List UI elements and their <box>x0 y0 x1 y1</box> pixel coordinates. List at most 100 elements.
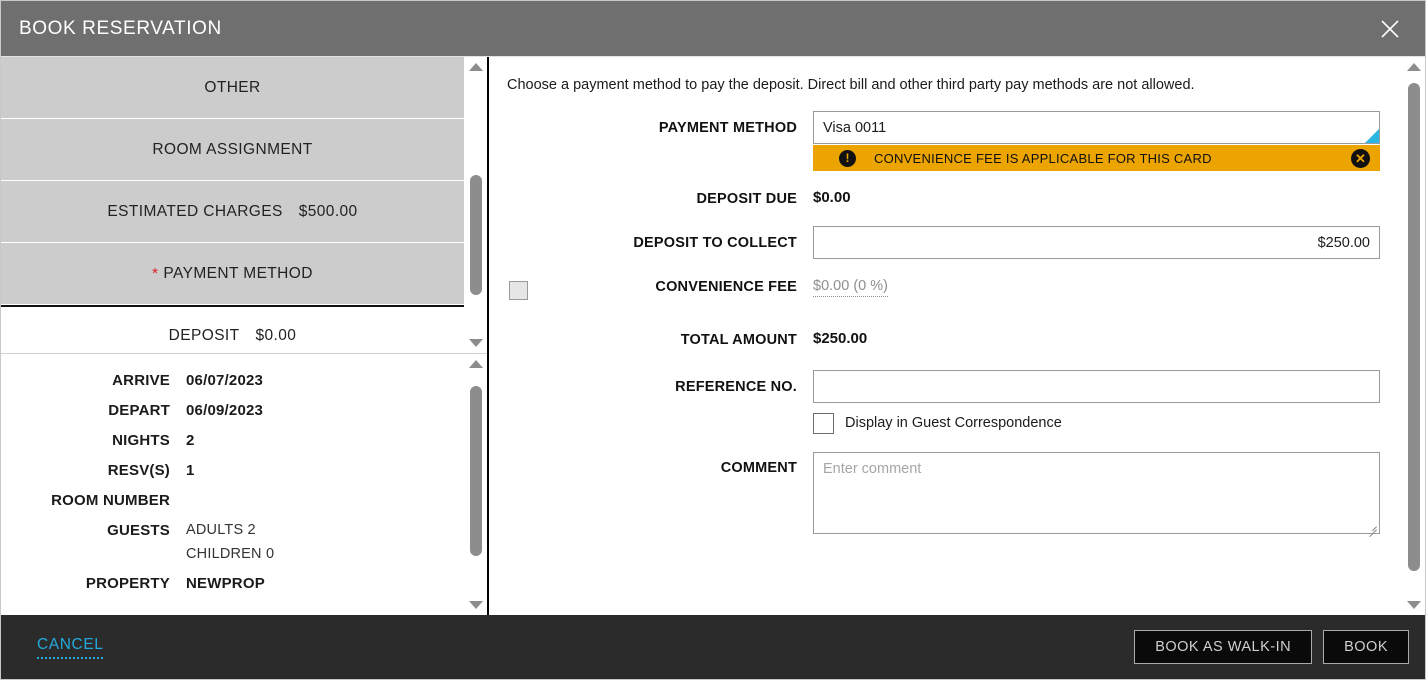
field-prefix-slot <box>507 452 529 456</box>
accordion-list: OTHER ROOM ASSIGNMENT ESTIMATED CHARGES … <box>1 57 464 353</box>
page-title: BOOK RESERVATION <box>19 17 222 39</box>
detail-label: NIGHTS <box>112 432 170 449</box>
scroll-up-arrow-icon[interactable] <box>465 354 487 374</box>
right-panel: Choose a payment method to pay the depos… <box>489 57 1425 615</box>
payment-form: Choose a payment method to pay the depos… <box>489 57 1402 615</box>
scrollbar-thumb[interactable] <box>470 386 482 556</box>
cancel-button[interactable]: CANCEL <box>37 636 104 659</box>
reservation-details-scrollbar[interactable] <box>464 354 487 615</box>
field-prefix-slot <box>507 413 529 417</box>
scroll-up-arrow-icon[interactable] <box>465 57 487 77</box>
accordion-item-label: ESTIMATED CHARGES <box>107 202 283 220</box>
detail-value-children: CHILDREN 0 <box>186 546 275 562</box>
field-deposit-due: DEPOSIT DUE $0.00 <box>507 189 1380 208</box>
deposit-due-label: DEPOSIT DUE <box>696 191 797 207</box>
accordion-item-deposit[interactable]: DEPOSIT $0.00 <box>1 305 464 353</box>
accordion-scrollbar[interactable] <box>464 57 487 353</box>
accordion-item-room-assignment[interactable]: ROOM ASSIGNMENT <box>1 119 464 180</box>
convenience-fee-warning-banner: ! CONVENIENCE FEE IS APPLICABLE FOR THIS… <box>813 145 1380 171</box>
accordion-item-label: DEPOSIT <box>168 326 240 344</box>
total-amount-value: $250.00 <box>813 330 868 348</box>
field-prefix-slot <box>507 189 529 193</box>
scroll-down-arrow-icon[interactable] <box>465 595 487 615</box>
scrollbar-track[interactable] <box>1403 77 1425 595</box>
payment-method-input[interactable] <box>813 111 1380 144</box>
detail-row-resvs: RESV(S) 1 <box>1 462 464 479</box>
detail-value: 06/07/2023 <box>186 372 264 389</box>
deposit-to-collect-input[interactable] <box>813 226 1380 260</box>
field-comment: COMMENT <box>507 451 1380 537</box>
accordion-item-label: PAYMENT METHOD <box>163 264 313 282</box>
deposit-to-collect-control <box>813 226 1380 260</box>
field-payment-method: PAYMENT METHOD ! CONVENIENCE FEE IS APPL… <box>507 111 1380 171</box>
detail-value: ADULTS 2 CHILDREN 0 <box>186 522 274 562</box>
detail-label: RESV(S) <box>107 462 170 479</box>
scrollbar-track[interactable] <box>465 374 487 595</box>
field-prefix-slot <box>507 277 529 301</box>
convenience-fee-control: $0.00 (0 %) <box>813 277 1380 297</box>
deposit-due-control: $0.00 <box>813 189 1380 207</box>
detail-value: 1 <box>186 462 195 479</box>
dialog-footer: CANCEL BOOK AS WALK-IN BOOK <box>1 615 1425 679</box>
scroll-down-arrow-icon[interactable] <box>1403 595 1425 615</box>
detail-row-arrive: ARRIVE 06/07/2023 <box>1 372 464 389</box>
detail-label: ROOM NUMBER <box>51 492 170 509</box>
convenience-fee-value[interactable]: $0.00 (0 %) <box>813 277 888 297</box>
display-correspondence-row[interactable]: Display in Guest Correspondence <box>813 412 1380 434</box>
deposit-due-value: $0.00 <box>813 189 851 206</box>
total-amount-control: $250.00 <box>813 330 1380 348</box>
detail-label: PROPERTY <box>85 575 170 592</box>
left-panel: OTHER ROOM ASSIGNMENT ESTIMATED CHARGES … <box>1 57 489 615</box>
display-correspondence-label: Display in Guest Correspondence <box>845 415 1062 432</box>
field-prefix-slot <box>507 370 529 374</box>
main-form-scrollbar[interactable] <box>1402 57 1425 615</box>
detail-row-guests: GUESTS ADULTS 2 CHILDREN 0 <box>1 522 464 562</box>
detail-value-adults: ADULTS 2 <box>186 522 256 538</box>
detail-row-property: PROPERTY NEWPROP <box>1 575 464 592</box>
accordion-item-amount: $0.00 <box>255 326 297 344</box>
detail-label: ARRIVE <box>112 372 170 389</box>
scrollbar-thumb[interactable] <box>470 175 482 295</box>
comment-control <box>813 451 1380 537</box>
reference-no-control <box>813 369 1380 403</box>
scrollbar-track[interactable] <box>465 77 487 333</box>
field-prefix-slot <box>507 111 529 115</box>
display-correspondence-control: Display in Guest Correspondence <box>813 412 1380 434</box>
convenience-fee-label: CONVENIENCE FEE <box>655 279 797 296</box>
accordion-item-estimated-charges[interactable]: ESTIMATED CHARGES $500.00 <box>1 181 464 242</box>
payment-method-label: PAYMENT METHOD <box>658 120 797 136</box>
scrollbar-thumb[interactable] <box>1408 83 1420 571</box>
field-reference-no: REFERENCE NO. <box>507 369 1380 403</box>
convenience-fee-checkbox[interactable] <box>508 281 528 301</box>
book-button[interactable]: BOOK <box>1323 630 1409 664</box>
book-as-walk-in-button[interactable]: BOOK AS WALK-IN <box>1134 630 1313 664</box>
field-display-guest-correspondence: Display in Guest Correspondence <box>507 412 1380 434</box>
accordion-item-payment-method[interactable]: * PAYMENT METHOD <box>1 243 464 304</box>
dialog-body: OTHER ROOM ASSIGNMENT ESTIMATED CHARGES … <box>1 57 1425 615</box>
payment-method-control: ! CONVENIENCE FEE IS APPLICABLE FOR THIS… <box>813 111 1380 171</box>
scroll-up-arrow-icon[interactable] <box>1403 57 1425 77</box>
payment-method-select-wrap <box>813 111 1380 144</box>
accordion-item-other[interactable]: OTHER <box>1 57 464 118</box>
comment-textarea[interactable] <box>813 451 1380 534</box>
detail-value: NEWPROP <box>186 575 265 592</box>
display-correspondence-checkbox[interactable] <box>813 412 834 434</box>
close-icon[interactable] <box>1371 10 1409 48</box>
book-reservation-dialog: BOOK RESERVATION OTHER ROOM ASSIGNMENT E… <box>0 0 1426 680</box>
reference-no-input[interactable] <box>813 369 1380 403</box>
reference-no-label: REFERENCE NO. <box>675 378 797 395</box>
footer-actions: BOOK AS WALK-IN BOOK <box>1134 630 1409 664</box>
deposit-to-collect-label: DEPOSIT TO COLLECT <box>633 235 797 252</box>
field-convenience-fee: CONVENIENCE FEE $0.00 (0 %) <box>507 277 1380 301</box>
dialog-titlebar: BOOK RESERVATION <box>1 1 1425 57</box>
field-deposit-to-collect: DEPOSIT TO COLLECT <box>507 226 1380 260</box>
close-circle-icon[interactable]: ✕ <box>1351 148 1370 168</box>
detail-value: 2 <box>186 432 195 449</box>
detail-row-depart: DEPART 06/09/2023 <box>1 402 464 419</box>
comment-textarea-wrap <box>813 451 1380 537</box>
warning-text: CONVENIENCE FEE IS APPLICABLE FOR THIS C… <box>874 150 1212 166</box>
detail-value: 06/09/2023 <box>186 402 264 419</box>
field-prefix-slot <box>507 226 529 230</box>
scroll-down-arrow-icon[interactable] <box>465 333 487 353</box>
comment-label: COMMENT <box>720 459 797 476</box>
